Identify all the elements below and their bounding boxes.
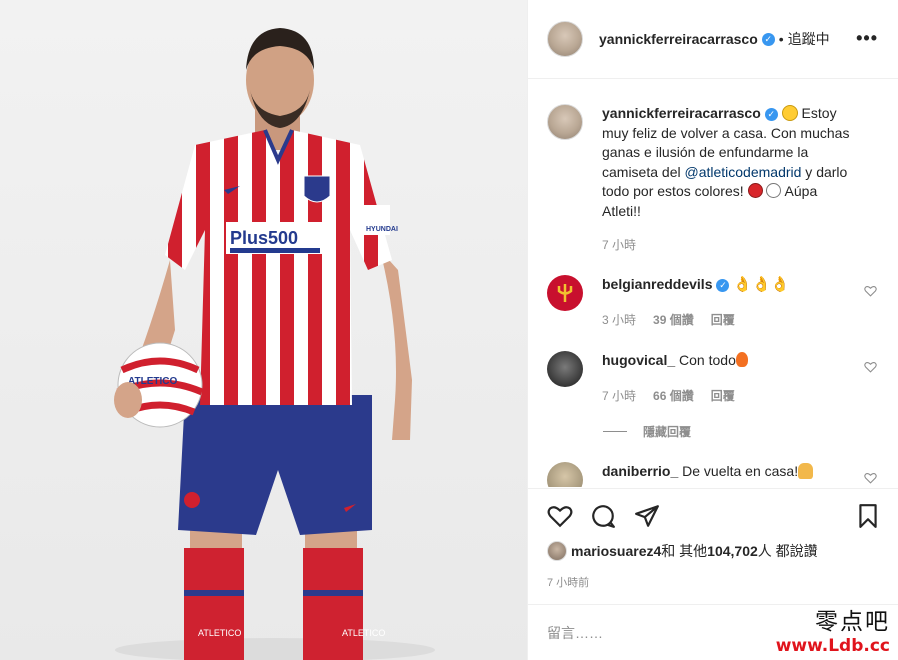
fire-emoji-icon [735, 352, 748, 367]
comment-username[interactable]: hugovical_ [602, 352, 675, 368]
likes-suffix: 人 都說讚 [757, 543, 818, 559]
more-options-icon[interactable]: ••• [856, 28, 878, 49]
like-heart-icon[interactable] [547, 503, 573, 529]
player-illustration: ATLETICO ATLETICO Plus500 HYUNDAI ATLETI… [114, 28, 435, 660]
white-circle-icon [766, 183, 782, 198]
post-time[interactable]: 7 小時前 [547, 574, 589, 590]
post-header: yannickferreiracarrasco ✓ • 追蹤中 ••• [528, 0, 898, 79]
verified-badge-icon: ✓ [764, 108, 778, 121]
comment-username[interactable]: daniberrio_ [602, 463, 678, 479]
caption-avatar[interactable] [547, 104, 583, 140]
author-username[interactable]: yannickferreiracarrasco [599, 31, 758, 47]
comment-body: hugovical_ Con todo [602, 351, 852, 371]
likes-connector: 和 其他 [661, 543, 708, 559]
comment-text: Con todo [679, 352, 736, 368]
comment-body: daniberrio_ De vuelta en casa! [602, 462, 852, 482]
likes-count[interactable]: 104,702 [707, 543, 758, 559]
comment-time[interactable]: 7 小時 [602, 387, 636, 404]
comment-meta: 7 小時 66 個讚 回覆 [602, 387, 735, 404]
share-paper-plane-icon[interactable] [634, 503, 660, 529]
mention-link[interactable]: @atleticodemadrid [684, 164, 801, 180]
sponsor-text: Plus500 [230, 228, 298, 248]
comments-list[interactable]: yannickferreiracarrasco ✓ Estoy muy feliz… [528, 80, 898, 487]
post-side-panel: yannickferreiracarrasco ✓ • 追蹤中 ••• yann… [528, 0, 898, 660]
like-comment-heart-icon[interactable] [864, 285, 877, 297]
liker-avatar[interactable] [547, 541, 567, 561]
comment-username[interactable]: belgianreddevils [602, 276, 712, 292]
verified-badge-icon: ✓ [716, 279, 730, 292]
caption-time[interactable]: 7 小時 [602, 236, 636, 253]
comment-time[interactable]: 3 小時 [602, 311, 636, 328]
belgianreddevils-avatar[interactable] [547, 275, 583, 311]
sock-text: ATLETICO [198, 628, 241, 638]
caption-meta: 7 小時 [602, 236, 636, 253]
author-avatar[interactable] [547, 21, 583, 57]
hugovical-avatar[interactable] [547, 351, 583, 387]
add-comment-placeholder: 留言…… [547, 624, 603, 641]
hide-replies-label: 隱藏回覆 [643, 425, 692, 439]
svg-text:ATLETICO: ATLETICO [342, 628, 385, 638]
post-actions: mariosuarez4 和 其他 104,702 人 都說讚 7 小時前 [528, 488, 898, 604]
daniberrio-avatar[interactable] [547, 462, 583, 487]
caption-body: yannickferreiracarrasco ✓ Estoy muy feliz… [602, 104, 852, 221]
praying-emoji-icon [798, 463, 814, 479]
comment-bubble-icon[interactable] [590, 503, 616, 529]
liker-username[interactable]: mariosuarez4 [571, 543, 661, 559]
post-photo[interactable]: ATLETICO ATLETICO Plus500 HYUNDAI ATLETI… [0, 0, 528, 660]
comment-body: belgianreddevils ✓ 👌👌👌 [602, 275, 852, 295]
verified-badge-icon: ✓ [761, 32, 775, 46]
reply-button[interactable]: 回覆 [711, 387, 735, 404]
site-watermark: 零点吧 www.Ldb.cc [776, 602, 890, 656]
hide-replies-button[interactable]: 隱藏回覆 [603, 423, 691, 440]
watermark-url: www.Ldb.cc [775, 636, 890, 656]
comment-likes[interactable]: 66 個讚 [653, 387, 694, 404]
comment-meta: 3 小時 39 個讚 回覆 [602, 311, 735, 328]
devil-trident-icon [557, 284, 573, 302]
watermark-cn: 零点吧 [815, 609, 890, 635]
following-button[interactable]: 追蹤中 [788, 29, 830, 49]
ok-hand-emoji-icon: 👌👌👌 [733, 276, 790, 293]
caption-username[interactable]: yannickferreiracarrasco [602, 105, 761, 121]
comment-text: De vuelta en casa! [682, 463, 799, 479]
comment-likes[interactable]: 39 個讚 [653, 311, 694, 328]
reply-button[interactable]: 回覆 [711, 311, 735, 328]
save-bookmark-icon[interactable] [855, 503, 881, 529]
like-comment-heart-icon[interactable] [864, 472, 877, 484]
sleeve-sponsor: HYUNDAI [366, 226, 398, 233]
like-comment-heart-icon[interactable] [864, 361, 877, 373]
replies-divider [603, 431, 627, 432]
smile-emoji-icon [781, 105, 798, 121]
red-circle-icon [747, 183, 763, 198]
header-separator: • [778, 31, 784, 47]
likes-summary: mariosuarez4 和 其他 104,702 人 都說讚 [547, 541, 818, 561]
